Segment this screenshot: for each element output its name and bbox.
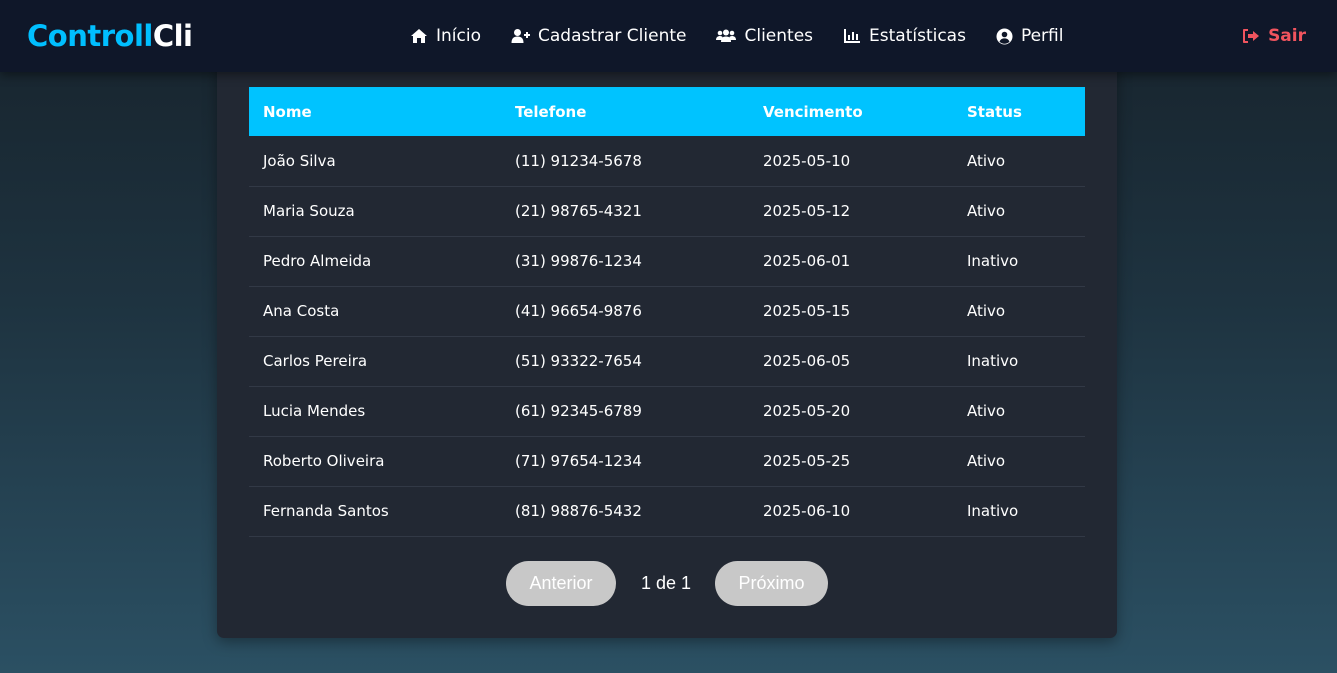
logout-button[interactable]: Sair [1242,0,1306,72]
cell-status: Ativo [967,202,1006,220]
nav-item-label: Cadastrar Cliente [537,26,687,46]
cell-vencimento: 2025-06-01 [763,252,851,270]
table-row[interactable]: Carlos Pereira (51) 93322-7654 2025-06-0… [249,336,1085,386]
cell-nome: João Silva [263,151,336,170]
nav-item-perfil[interactable]: Perfil [996,26,1064,46]
cell-status: Ativo [967,402,1006,420]
top-navbar: ControllCli Início Cadastrar Cliente Cli… [0,0,1337,72]
pagination: Anterior 1 de 1 Próximo [217,561,1117,606]
user-circle-icon [996,28,1013,44]
cell-nome: Carlos Pereira [263,352,368,370]
table-row[interactable]: Ana Costa (41) 96654-9876 2025-05-15 Ati… [249,286,1085,336]
nav-item-inicio[interactable]: Início [410,26,481,46]
cell-nome: Fernanda Santos [263,502,389,520]
cell-nome: Pedro Almeida [263,252,372,270]
cell-status: Ativo [967,452,1006,470]
cell-status: Inativo [967,252,1019,270]
cell-vencimento: 2025-05-20 [763,402,851,420]
cell-status: Inativo [967,502,1019,520]
cell-telefone: (61) 92345-6789 [515,402,642,420]
bar-chart-icon [844,29,861,43]
table-row[interactable]: Fernanda Santos (81) 98876-5432 2025-06-… [249,486,1085,536]
cell-vencimento: 2025-06-10 [763,502,851,520]
cell-nome: Lucia Mendes [263,402,366,420]
nav-item-cadastrar-cliente[interactable]: Cadastrar Cliente [511,26,687,46]
users-icon [716,29,737,42]
column-header-status[interactable]: Status [953,87,1085,136]
table-header-row: Nome Telefone Vencimento Status [249,87,1085,136]
cell-telefone: (11) 91234-5678 [515,151,642,170]
logout-label: Sair [1268,26,1306,46]
cell-vencimento: 2025-06-05 [763,352,851,370]
cell-vencimento: 2025-05-15 [763,302,851,320]
cell-nome: Maria Souza [263,202,355,220]
cell-telefone: (81) 98876-5432 [515,502,642,520]
brand-logo-part2: Cli [152,19,193,53]
cell-telefone: (51) 93322-7654 [515,352,642,370]
cell-telefone: (31) 99876-1234 [515,252,642,270]
cell-nome: Roberto Oliveira [263,452,385,470]
table-row[interactable]: Roberto Oliveira (71) 97654-1234 2025-05… [249,436,1085,486]
page-indicator: 1 de 1 [640,573,692,593]
cell-vencimento: 2025-05-25 [763,452,851,470]
cell-status: Inativo [967,352,1019,370]
cell-telefone: (71) 97654-1234 [515,452,642,470]
table-row[interactable]: Pedro Almeida (31) 99876-1234 2025-06-01… [249,236,1085,286]
cell-vencimento: 2025-05-10 [763,151,851,170]
nav-item-label: Estatísticas [869,26,966,46]
column-header-nome[interactable]: Nome [249,87,501,136]
cell-vencimento: 2025-05-12 [763,202,851,220]
table-row[interactable]: Maria Souza (21) 98765-4321 2025-05-12 A… [249,186,1085,236]
nav-item-label: Início [436,26,481,46]
table-row[interactable]: Lucia Mendes (61) 92345-6789 2025-05-20 … [249,386,1085,436]
cell-status: Ativo [967,302,1006,320]
next-page-button[interactable]: Próximo [715,561,829,606]
user-plus-icon [511,29,530,43]
cell-telefone: (21) 98765-4321 [515,202,642,220]
column-header-vencimento[interactable]: Vencimento [749,87,953,136]
nav-item-clientes[interactable]: Clientes [716,26,813,46]
nav-links: Início Cadastrar Cliente Clientes Estatí… [410,0,1063,72]
sign-out-icon [1243,29,1260,43]
cell-status: Ativo [967,151,1006,170]
column-header-telefone[interactable]: Telefone [501,87,749,136]
table-row[interactable]: João Silva (11) 91234-5678 2025-05-10 At… [249,136,1085,186]
clients-table: Nome Telefone Vencimento Status João Sil… [249,87,1085,537]
brand-logo[interactable]: ControllCli [27,16,193,56]
brand-logo-part1: Controll [27,19,153,53]
nav-item-estatisticas[interactable]: Estatísticas [843,26,966,46]
previous-page-button[interactable]: Anterior [505,561,616,606]
nav-item-label: Clientes [744,26,814,46]
home-icon [411,29,427,43]
cell-telefone: (41) 96654-9876 [515,302,642,320]
cell-nome: Ana Costa [263,302,340,320]
nav-item-label: Perfil [1020,26,1064,46]
clients-card: Nome Telefone Vencimento Status João Sil… [217,60,1117,638]
